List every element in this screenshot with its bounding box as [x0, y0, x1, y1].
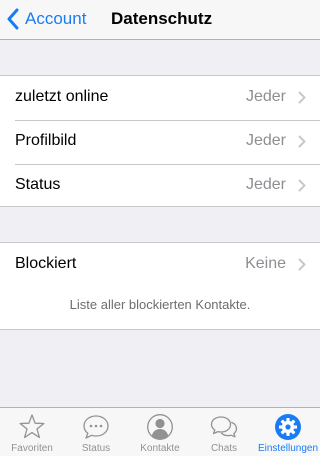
- chevron-right-icon: [298, 179, 306, 192]
- chevron-right-icon: [298, 258, 306, 271]
- row-value: Jeder: [245, 88, 286, 105]
- chevron-right-icon: [298, 135, 306, 148]
- star-icon: [18, 413, 46, 441]
- row-last-seen[interactable]: zuletzt online Jeder: [0, 76, 320, 120]
- tab-label: Status: [81, 443, 111, 454]
- row-status[interactable]: Status Jeder: [0, 164, 320, 208]
- row-blocked[interactable]: Blockiert Keine: [0, 243, 320, 287]
- row-value: Keine: [245, 255, 286, 272]
- row-value: Jeder: [245, 132, 286, 149]
- tab-settings[interactable]: Einstellungen: [256, 408, 320, 456]
- back-button[interactable]: Account: [6, 7, 86, 31]
- tab-favorites[interactable]: Favoriten: [0, 408, 64, 456]
- back-button-label: Account: [25, 9, 87, 28]
- tab-chats[interactable]: Chats: [192, 408, 256, 456]
- chevron-left-icon: [7, 8, 19, 30]
- page-title: Datenschutz: [111, 9, 213, 28]
- row-label: Blockiert: [15, 255, 77, 272]
- privacy-settings-group: zuletzt online Jeder Profilbild Jeder St…: [0, 75, 320, 207]
- contact-icon: [146, 413, 174, 441]
- tab-bar: Favoriten Status Kontakte Chats Einstell…: [0, 407, 320, 456]
- chats-icon: [210, 413, 238, 441]
- blocked-contacts-group: Blockiert Keine Liste aller blockierten …: [0, 242, 320, 330]
- tab-label: Kontakte: [140, 443, 180, 454]
- chevron-right-icon: [298, 91, 306, 104]
- tab-label: Einstellungen: [257, 443, 319, 454]
- tab-label: Chats: [210, 443, 238, 454]
- tab-contacts[interactable]: Kontakte: [128, 408, 192, 456]
- row-label: Status: [15, 176, 61, 193]
- gear-icon: [274, 413, 302, 441]
- tab-status[interactable]: Status: [64, 408, 128, 456]
- blocked-contacts-note: Liste aller blockierten Kontakte.: [69, 297, 251, 312]
- row-value: Jeder: [245, 176, 286, 193]
- speech-bubble-icon: [82, 413, 110, 441]
- tab-label: Favoriten: [11, 443, 53, 454]
- navigation-bar: Account Datenschutz: [0, 0, 320, 40]
- row-label: zuletzt online: [15, 88, 109, 105]
- row-label: Profilbild: [15, 132, 77, 149]
- row-profile-photo[interactable]: Profilbild Jeder: [0, 120, 320, 164]
